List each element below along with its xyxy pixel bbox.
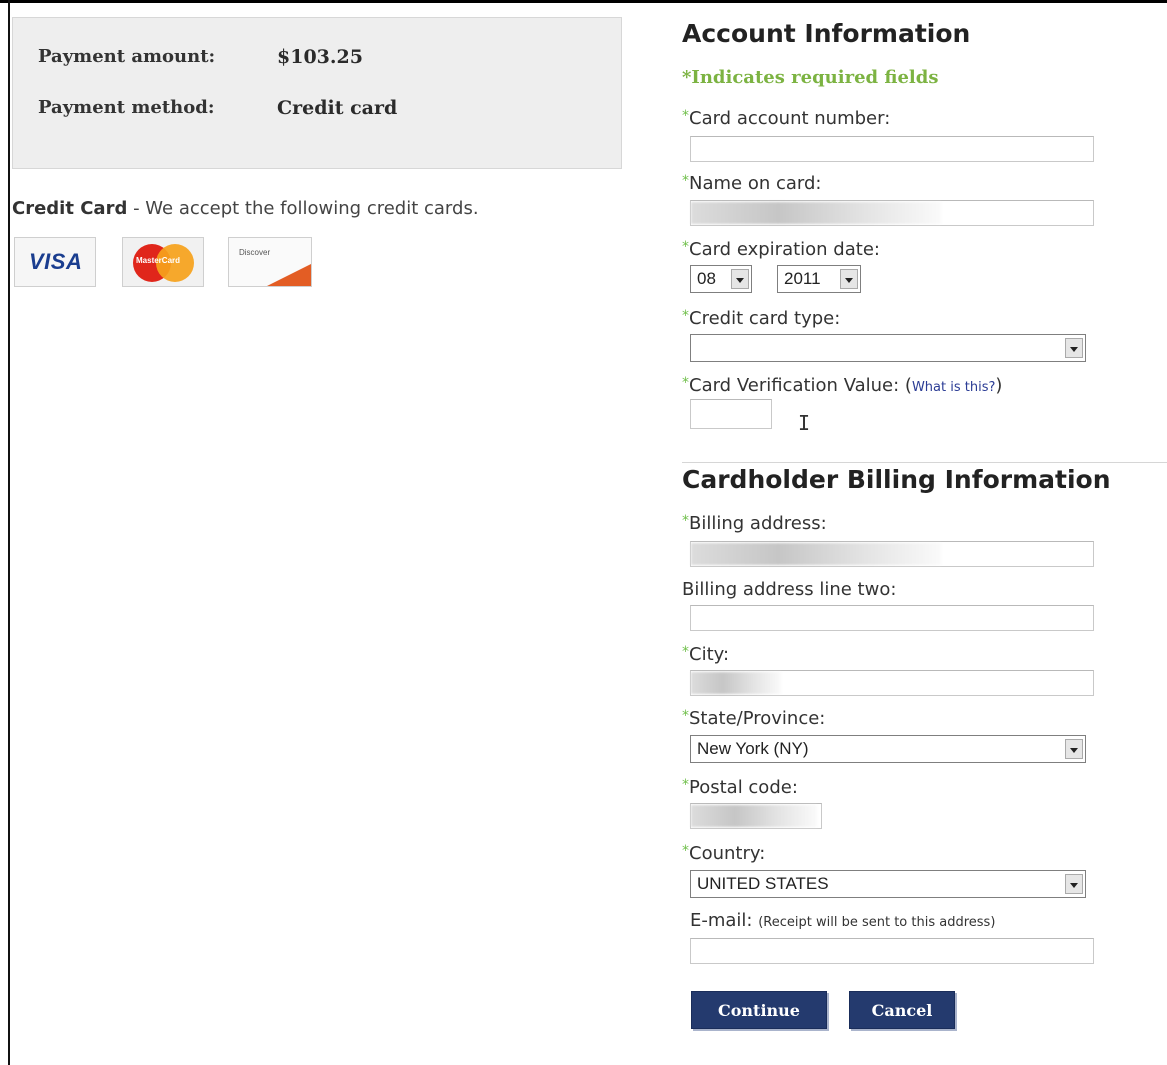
discover-logo: Discover xyxy=(228,237,312,287)
card-number-label: *Card account number: xyxy=(682,108,890,129)
postal-code-label-text: Postal code: xyxy=(689,777,798,798)
city-label: *City: xyxy=(682,644,729,665)
billing-address2-label-text: Billing address line two: xyxy=(682,579,897,600)
redacted-city xyxy=(691,672,781,694)
frame-left-border xyxy=(8,0,10,1065)
email-label-text: E-mail: xyxy=(690,910,759,931)
required-marker: * xyxy=(682,173,689,189)
visa-logo: VISA xyxy=(14,237,96,287)
postal-code-label: *Postal code: xyxy=(682,777,798,798)
payment-method-value: Credit card xyxy=(277,97,398,119)
country-value: UNITED STATES xyxy=(697,874,829,893)
billing-information-heading: Cardholder Billing Information xyxy=(682,465,1111,494)
email-label: E-mail: (Receipt will be sent to this ad… xyxy=(690,910,995,931)
required-marker: * xyxy=(682,308,689,324)
redacted-name xyxy=(691,202,941,224)
state-province-select[interactable]: New York (NY) xyxy=(690,735,1086,763)
billing-address-input[interactable] xyxy=(690,541,1094,567)
billing-address2-input[interactable] xyxy=(690,605,1094,631)
continue-button[interactable]: Continue xyxy=(691,991,827,1029)
cvv-label-text: Card Verification Value: ( xyxy=(689,375,912,396)
cancel-button[interactable]: Cancel xyxy=(849,991,955,1029)
card-type-label: *Credit card type: xyxy=(682,308,840,329)
country-label: *Country: xyxy=(682,843,765,864)
country-select[interactable]: UNITED STATES xyxy=(690,870,1086,898)
name-on-card-label-text: Name on card: xyxy=(689,173,822,194)
visa-logo-text: VISA xyxy=(29,249,83,274)
postal-code-input[interactable] xyxy=(690,803,822,829)
required-marker: * xyxy=(682,843,689,859)
card-type-select[interactable] xyxy=(690,334,1086,362)
chevron-down-icon xyxy=(731,269,749,289)
payment-amount-value: $103.25 xyxy=(277,46,363,68)
chevron-down-icon xyxy=(840,269,858,289)
cvv-input[interactable] xyxy=(690,399,772,429)
billing-address-label: *Billing address: xyxy=(682,513,827,534)
state-province-label: *State/Province: xyxy=(682,708,825,729)
credit-card-title: Credit Card xyxy=(12,198,128,219)
mastercard-logo: MasterCard xyxy=(122,237,204,287)
discover-swoosh xyxy=(267,264,311,286)
payment-method-label: Payment method: xyxy=(38,97,215,118)
name-on-card-input[interactable] xyxy=(690,200,1094,226)
redacted-address xyxy=(691,543,941,565)
chevron-down-icon xyxy=(1065,338,1083,358)
redacted-postal-code xyxy=(691,805,817,827)
card-number-label-text: Card account number: xyxy=(689,108,891,129)
billing-address2-label: Billing address line two: xyxy=(682,579,896,600)
discover-logo-text: Discover xyxy=(239,248,271,257)
required-marker: * xyxy=(682,108,689,124)
required-marker: * xyxy=(682,375,689,391)
credit-card-description: - We accept the following credit cards. xyxy=(127,198,479,219)
city-label-text: City: xyxy=(689,644,730,665)
email-input[interactable] xyxy=(690,938,1094,964)
cvv-label-close: ) xyxy=(995,375,1003,396)
required-marker: * xyxy=(682,239,689,255)
state-province-label-text: State/Province: xyxy=(689,708,826,729)
chevron-down-icon xyxy=(1065,874,1083,894)
payment-amount-label: Payment amount: xyxy=(38,46,216,67)
required-marker: * xyxy=(682,777,689,793)
chevron-down-icon xyxy=(1065,739,1083,759)
account-information-heading: Account Information xyxy=(682,19,971,48)
card-type-label-text: Credit card type: xyxy=(689,308,841,329)
what-is-this-link[interactable]: What is this? xyxy=(912,380,995,395)
expiration-date-label: *Card expiration date: xyxy=(682,239,880,260)
cvv-label: *Card Verification Value: (What is this?… xyxy=(682,375,1002,396)
state-province-value: New York (NY) xyxy=(697,739,809,758)
expiration-month-select[interactable]: 08 xyxy=(690,265,752,293)
billing-address-label-text: Billing address: xyxy=(689,513,827,534)
required-marker: * xyxy=(682,644,689,660)
section-divider xyxy=(682,462,1167,463)
name-on-card-label: *Name on card: xyxy=(682,173,821,194)
country-label-text: Country: xyxy=(689,843,766,864)
mastercard-logo-text: MasterCard xyxy=(136,256,181,265)
expiration-month-value: 08 xyxy=(697,269,716,288)
required-marker: * xyxy=(682,708,689,724)
frame-top-border xyxy=(0,0,1167,3)
city-input[interactable] xyxy=(690,670,1094,696)
expiration-year-select[interactable]: 2011 xyxy=(777,265,861,293)
required-marker: * xyxy=(682,513,689,529)
payment-summary: Payment amount: $103.25 Payment method: … xyxy=(12,17,622,169)
required-fields-note: *Indicates required fields xyxy=(682,67,939,88)
expiration-date-label-text: Card expiration date: xyxy=(689,239,880,260)
text-cursor-icon: I xyxy=(798,411,811,435)
email-note: (Receipt will be sent to this address) xyxy=(758,915,996,930)
expiration-year-value: 2011 xyxy=(784,269,821,288)
credit-card-intro: Credit Card - We accept the following cr… xyxy=(12,198,479,219)
card-number-input[interactable] xyxy=(690,136,1094,162)
